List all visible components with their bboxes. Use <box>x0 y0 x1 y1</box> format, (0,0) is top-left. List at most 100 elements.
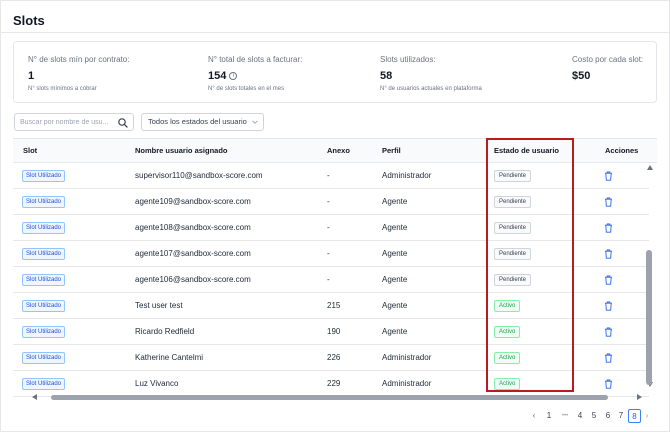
slot-tag: Slot Utilizado <box>22 196 66 208</box>
trash-icon[interactable] <box>604 171 613 181</box>
cell-nombre: agente107@sandbox-score.com <box>135 249 251 258</box>
page-6-button[interactable]: 6 <box>602 409 614 423</box>
trash-icon[interactable] <box>604 379 613 389</box>
cell-nombre: Katherine Cantelmi <box>135 353 204 362</box>
table-row: Slot Utilizado agente108@sandbox-score.c… <box>13 215 649 241</box>
cell-anexo: - <box>327 223 330 232</box>
page-title: Slots <box>13 13 45 28</box>
trash-icon[interactable] <box>604 249 613 259</box>
pagination-ellipsis[interactable]: ••• <box>557 409 573 423</box>
table-row: Slot Utilizado supervisor110@sandbox-sco… <box>13 163 649 189</box>
page-1-button[interactable]: 1 <box>543 409 555 423</box>
slot-tag: Slot Utilizado <box>22 326 66 338</box>
status-badge: Activo <box>494 300 521 312</box>
status-badge: Activo <box>494 326 521 338</box>
col-header-nombre: Nombre usuario asignado <box>135 146 228 155</box>
status-badge: Pendiente <box>494 248 532 260</box>
col-header-perfil: Perfil <box>382 146 401 155</box>
cell-nombre: supervisor110@sandbox-score.com <box>135 171 263 180</box>
cell-perfil: Agente <box>382 275 408 284</box>
pagination-prev-button[interactable]: ‹ <box>529 409 539 423</box>
col-header-anexo: Anexo <box>327 146 350 155</box>
page-8-button[interactable]: 8 <box>628 409 641 423</box>
scroll-left-arrow-icon[interactable] <box>32 394 37 400</box>
page-5-button[interactable]: 5 <box>588 409 600 423</box>
slots-table: Slot Nombre usuario asignado Anexo Perfi… <box>13 138 657 400</box>
trash-icon[interactable] <box>604 275 613 285</box>
cell-anexo: - <box>327 171 330 180</box>
page-4-button[interactable]: 4 <box>574 409 586 423</box>
trash-icon[interactable] <box>604 197 613 207</box>
status-badge: Pendiente <box>494 274 532 286</box>
status-badge: Pendiente <box>494 222 532 234</box>
status-badge: Pendiente <box>494 196 532 208</box>
trash-icon[interactable] <box>604 301 613 311</box>
cell-perfil: Agente <box>382 301 408 310</box>
cell-perfil: Administrador <box>382 353 432 362</box>
title-divider <box>1 32 670 33</box>
trash-icon[interactable] <box>604 353 613 363</box>
table-row: Slot Utilizado agente107@sandbox-score.c… <box>13 241 649 267</box>
stat-label: N° total de slots a facturar: <box>208 55 303 64</box>
stat-sub: N° de slots totales en el mes <box>208 86 285 92</box>
cell-anexo: 215 <box>327 301 341 310</box>
scroll-up-arrow-icon[interactable] <box>647 165 653 170</box>
stat-total-slots: N° total de slots a facturar: 154 i N° d… <box>208 55 302 92</box>
stat-label: N° de slots mín por contrato: <box>28 55 130 64</box>
stat-value: $50 <box>572 70 591 82</box>
cell-perfil: Agente <box>382 327 408 336</box>
table-row: Slot Utilizado agente106@sandbox-score.c… <box>13 267 649 293</box>
stat-value: 154 i <box>208 70 302 82</box>
table-row: Slot Utilizado Ricardo Redfield 190 Agen… <box>13 319 649 345</box>
stat-value: 1 <box>28 70 35 82</box>
user-status-filter[interactable]: Todos los estados del usuario <box>141 113 264 131</box>
status-badge: Activo <box>494 378 521 390</box>
status-badge: Activo <box>494 352 521 364</box>
slot-tag: Slot Utilizado <box>22 222 66 234</box>
cell-nombre: agente108@sandbox-score.com <box>135 223 251 232</box>
stat-value: 58 <box>380 70 393 82</box>
cell-nombre: agente109@sandbox-score.com <box>135 197 251 206</box>
slot-tag: Slot Utilizado <box>22 170 66 182</box>
search-icon[interactable] <box>117 117 129 129</box>
col-header-estado: Estado de usuario <box>494 146 560 155</box>
col-header-acciones: Acciones <box>605 146 639 155</box>
page-7-button[interactable]: 7 <box>615 409 627 423</box>
pagination-next-button[interactable]: › <box>642 409 652 423</box>
scroll-right-arrow-icon[interactable] <box>637 394 642 400</box>
stat-used-slots: Slots utilizados: 58 N° de usuarios actu… <box>380 55 482 92</box>
horizontal-scroll-thumb[interactable] <box>51 395 608 400</box>
table-row: Slot Utilizado Test user test 215 Agente… <box>13 293 649 319</box>
cell-nombre: Test user test <box>135 301 183 310</box>
stat-label: Slots utilizados: <box>380 55 436 64</box>
table-row: Slot Utilizado Katherine Cantelmi 226 Ad… <box>13 345 649 371</box>
cell-anexo: - <box>327 249 330 258</box>
stat-label: Costo por cada slot: <box>572 55 644 64</box>
cell-anexo: - <box>327 275 330 284</box>
chevron-down-icon <box>252 120 258 124</box>
table-row: Slot Utilizado agente109@sandbox-score.c… <box>13 189 649 215</box>
vertical-scroll-thumb[interactable] <box>646 250 652 385</box>
cell-nombre: agente106@sandbox-score.com <box>135 275 251 284</box>
search-box[interactable] <box>14 113 134 131</box>
cell-anexo: 226 <box>327 353 341 362</box>
table-header: Slot Nombre usuario asignado Anexo Perfi… <box>13 139 657 163</box>
stats-card: N° de slots mín por contrato: 1 N° slots… <box>13 41 657 103</box>
cell-nombre: Ricardo Redfield <box>135 327 195 336</box>
trash-icon[interactable] <box>604 223 613 233</box>
stat-sub: N° slots mínimos a cobrar <box>28 86 97 92</box>
cell-perfil: Agente <box>382 249 408 258</box>
cell-perfil: Agente <box>382 197 408 206</box>
status-badge: Pendiente <box>494 170 532 182</box>
cell-perfil: Administrador <box>382 171 432 180</box>
slot-tag: Slot Utilizado <box>22 274 66 286</box>
info-icon[interactable]: i <box>229 72 238 80</box>
filter-selected-value: Todos los estados del usuario <box>148 117 247 126</box>
search-input[interactable] <box>20 116 116 128</box>
slots-page: Slots N° de slots mín por contrato: 1 N°… <box>0 0 670 432</box>
trash-icon[interactable] <box>604 327 613 337</box>
stat-min-slots: N° de slots mín por contrato: 1 N° slots… <box>28 55 129 92</box>
stat-cost-per-slot: Costo por cada slot: $50 <box>572 55 643 82</box>
slot-tag: Slot Utilizado <box>22 300 66 312</box>
cell-perfil: Agente <box>382 223 408 232</box>
